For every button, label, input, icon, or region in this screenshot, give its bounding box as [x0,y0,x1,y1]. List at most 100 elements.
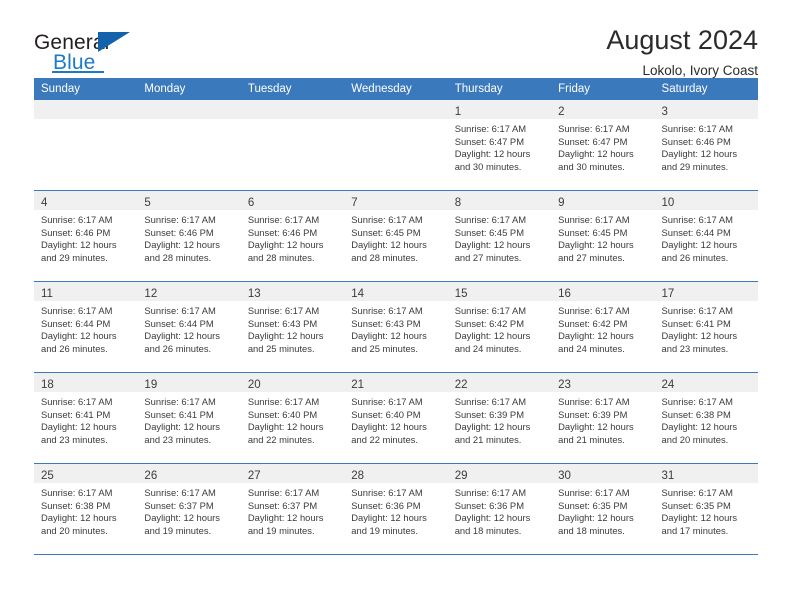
day-number: 26 [144,470,158,482]
calendar-day-cell-inner: 27 Sunrise: 6:17 AM Sunset: 6:37 PM Dayligh… [240,464,345,554]
sunrise-text: Sunrise: 6:17 AM [661,123,733,134]
daylight-text-line2: and 28 minutes. [144,251,212,263]
sunset-text: Sunset: 6:35 PM [661,499,731,511]
calendar-day-cell[interactable]: 17 Sunrise: 6:17 AM Sunset: 6:41 PM Dayligh… [654,281,758,373]
daylight-text-line2: and 23 minutes. [41,433,108,445]
daylight-text-line1: Daylight: 12 hours [454,421,531,433]
calendar-week-row: 4 Sunrise: 6:17 AM Sunset: 6:46 PM Daylight… [34,190,758,282]
sunrise-text: Sunrise: 6:17 AM [41,487,113,498]
day-number: 24 [661,379,675,391]
daylight-text-line1: Daylight: 12 hours [351,330,427,342]
calendar-empty-cell [137,100,241,191]
day-detail-lines: Sunrise: 6:17 AM Sunset: 6:38 PM Daylight:… [655,392,758,446]
daylight-text-line2: and 20 minutes. [661,433,729,445]
calendar-day-cell[interactable]: 6 Sunrise: 6:17 AM Sunset: 6:46 PM Daylight… [240,190,345,282]
calendar-empty-cell [240,100,345,191]
daylight-text-line1: Daylight: 12 hours [351,239,427,251]
calendar-day-cell[interactable]: 29 Sunrise: 6:17 AM Sunset: 6:36 PM Dayligh… [447,463,552,554]
day-number-band: 4 [34,191,138,210]
calendar-day-cell[interactable]: 27 Sunrise: 6:17 AM Sunset: 6:37 PM Dayligh… [240,463,345,554]
day-detail-lines: Sunrise: 6:17 AM Sunset: 6:42 PM Daylight:… [551,301,654,355]
calendar-day-cell-inner: 30 Sunrise: 6:17 AM Sunset: 6:35 PM Dayligh… [551,464,655,554]
calendar-day-cell[interactable]: 3 Sunrise: 6:17 AM Sunset: 6:46 PM Daylight… [654,100,758,191]
day-number: 8 [454,197,462,209]
day-number-band: 7 [344,191,448,210]
daylight-text-line2: and 30 minutes. [454,160,522,172]
calendar-day-cell[interactable]: 5 Sunrise: 6:17 AM Sunset: 6:46 PM Daylight… [137,190,241,282]
calendar-day-cell[interactable]: 8 Sunrise: 6:17 AM Sunset: 6:45 PM Daylight… [447,190,552,282]
day-detail-lines: Sunrise: 6:17 AM Sunset: 6:46 PM Daylight:… [34,210,137,264]
calendar-day-cell[interactable]: 30 Sunrise: 6:17 AM Sunset: 6:35 PM Dayligh… [551,463,655,554]
calendar-day-cell-inner: 8 Sunrise: 6:17 AM Sunset: 6:45 PM Daylight… [447,191,552,281]
daylight-text-line2: and 19 minutes. [247,524,315,536]
calendar-day-cell[interactable]: 16 Sunrise: 6:17 AM Sunset: 6:42 PM Dayligh… [551,281,655,373]
day-number-band: 17 [654,282,758,301]
calendar-day-cell[interactable]: 31 Sunrise: 6:17 AM Sunset: 6:35 PM Dayligh… [654,463,758,554]
calendar-day-cell[interactable]: 20 Sunrise: 6:17 AM Sunset: 6:40 PM Dayligh… [240,372,345,464]
sunrise-text: Sunrise: 6:17 AM [558,214,630,225]
daylight-text-line1: Daylight: 12 hours [351,512,427,524]
day-detail-lines: Sunrise: 6:17 AM Sunset: 6:43 PM Daylight:… [241,301,344,355]
general-blue-logo[interactable]: General Blue [34,26,154,78]
calendar-day-cell[interactable]: 4 Sunrise: 6:17 AM Sunset: 6:46 PM Daylight… [34,190,138,282]
calendar-day-cell[interactable]: 28 Sunrise: 6:17 AM Sunset: 6:36 PM Dayligh… [344,463,448,554]
calendar-day-cell-inner: 17 Sunrise: 6:17 AM Sunset: 6:41 PM Dayligh… [654,282,758,372]
sunrise-text: Sunrise: 6:17 AM [247,214,320,225]
daylight-text-line1: Daylight: 12 hours [41,239,117,251]
day-detail-lines: Sunrise: 6:17 AM Sunset: 6:38 PM Daylight:… [34,483,137,537]
calendar-empty-cell [344,100,448,191]
sunrise-text: Sunrise: 6:17 AM [454,123,527,134]
calendar-day-cell[interactable]: 25 Sunrise: 6:17 AM Sunset: 6:38 PM Dayligh… [34,463,138,554]
day-number: 4 [41,197,48,209]
calendar-day-cell[interactable]: 14 Sunrise: 6:17 AM Sunset: 6:43 PM Dayligh… [344,281,448,373]
day-number: 9 [558,197,565,209]
daylight-text-line2: and 24 minutes. [454,342,522,354]
calendar-day-cell[interactable]: 26 Sunrise: 6:17 AM Sunset: 6:37 PM Dayligh… [137,463,241,554]
sunrise-text: Sunrise: 6:17 AM [41,396,113,407]
daylight-text-line1: Daylight: 12 hours [247,512,324,524]
calendar-day-cell[interactable]: 24 Sunrise: 6:17 AM Sunset: 6:38 PM Dayligh… [654,372,758,464]
sunset-text: Sunset: 6:47 PM [454,135,524,147]
calendar-day-cell[interactable]: 18 Sunrise: 6:17 AM Sunset: 6:41 PM Dayligh… [34,372,138,464]
day-header-tuesday: Tuesday [240,78,345,100]
sunset-text: Sunset: 6:45 PM [351,226,421,238]
day-number: 2 [558,106,565,118]
day-header-wednesday: Wednesday [344,78,448,100]
daylight-text-line1: Daylight: 12 hours [454,148,531,160]
day-detail-lines: Sunrise: 6:17 AM Sunset: 6:40 PM Daylight:… [344,392,447,446]
daylight-text-line1: Daylight: 12 hours [558,148,634,160]
calendar-day-cell[interactable]: 15 Sunrise: 6:17 AM Sunset: 6:42 PM Dayligh… [447,281,552,373]
calendar-week-row: 18 Sunrise: 6:17 AM Sunset: 6:41 PM Dayligh… [34,372,758,464]
daylight-text-line2: and 24 minutes. [558,342,625,354]
sunrise-text: Sunrise: 6:17 AM [661,305,733,316]
daylight-text-line1: Daylight: 12 hours [351,421,427,433]
calendar-day-cell[interactable]: 2 Sunrise: 6:17 AM Sunset: 6:47 PM Daylight… [551,100,655,191]
calendar-week-row: 1 Sunrise: 6:17 AM Sunset: 6:47 PM Daylight… [34,100,758,191]
daylight-text-line2: and 26 minutes. [144,342,212,354]
calendar-day-cell-inner [344,100,448,190]
calendar-day-cell[interactable]: 10 Sunrise: 6:17 AM Sunset: 6:44 PM Dayligh… [654,190,758,282]
calendar-day-cell[interactable]: 12 Sunrise: 6:17 AM Sunset: 6:44 PM Dayligh… [137,281,241,373]
sunset-text: Sunset: 6:43 PM [247,317,318,329]
calendar-day-cell[interactable]: 9 Sunrise: 6:17 AM Sunset: 6:45 PM Daylight… [551,190,655,282]
day-number-band: 16 [551,282,655,301]
daylight-text-line2: and 18 minutes. [454,524,522,536]
calendar-day-cell[interactable]: 1 Sunrise: 6:17 AM Sunset: 6:47 PM Daylight… [447,100,552,191]
calendar-day-cell[interactable]: 23 Sunrise: 6:17 AM Sunset: 6:39 PM Dayligh… [551,372,655,464]
location-subtitle: Lokolo, Ivory Coast [642,63,758,79]
day-number-band: 9 [551,191,655,210]
calendar-day-cell[interactable]: 22 Sunrise: 6:17 AM Sunset: 6:39 PM Dayligh… [447,372,552,464]
sunset-text: Sunset: 6:46 PM [247,226,318,238]
calendar-day-cell[interactable]: 21 Sunrise: 6:17 AM Sunset: 6:40 PM Dayligh… [344,372,448,464]
day-number: 22 [454,379,468,391]
daylight-text-line1: Daylight: 12 hours [41,512,117,524]
sunrise-text: Sunrise: 6:17 AM [247,487,320,498]
day-number-band: 26 [137,464,241,483]
daylight-text-line2: and 21 minutes. [454,433,522,445]
sunset-text: Sunset: 6:47 PM [558,135,628,147]
calendar-day-cell[interactable]: 11 Sunrise: 6:17 AM Sunset: 6:44 PM Dayligh… [34,281,138,373]
calendar-day-cell[interactable]: 19 Sunrise: 6:17 AM Sunset: 6:41 PM Dayligh… [137,372,241,464]
day-number-band: 1 [447,100,552,119]
calendar-day-cell[interactable]: 7 Sunrise: 6:17 AM Sunset: 6:45 PM Daylight… [344,190,448,282]
calendar-day-cell[interactable]: 13 Sunrise: 6:17 AM Sunset: 6:43 PM Dayligh… [240,281,345,373]
